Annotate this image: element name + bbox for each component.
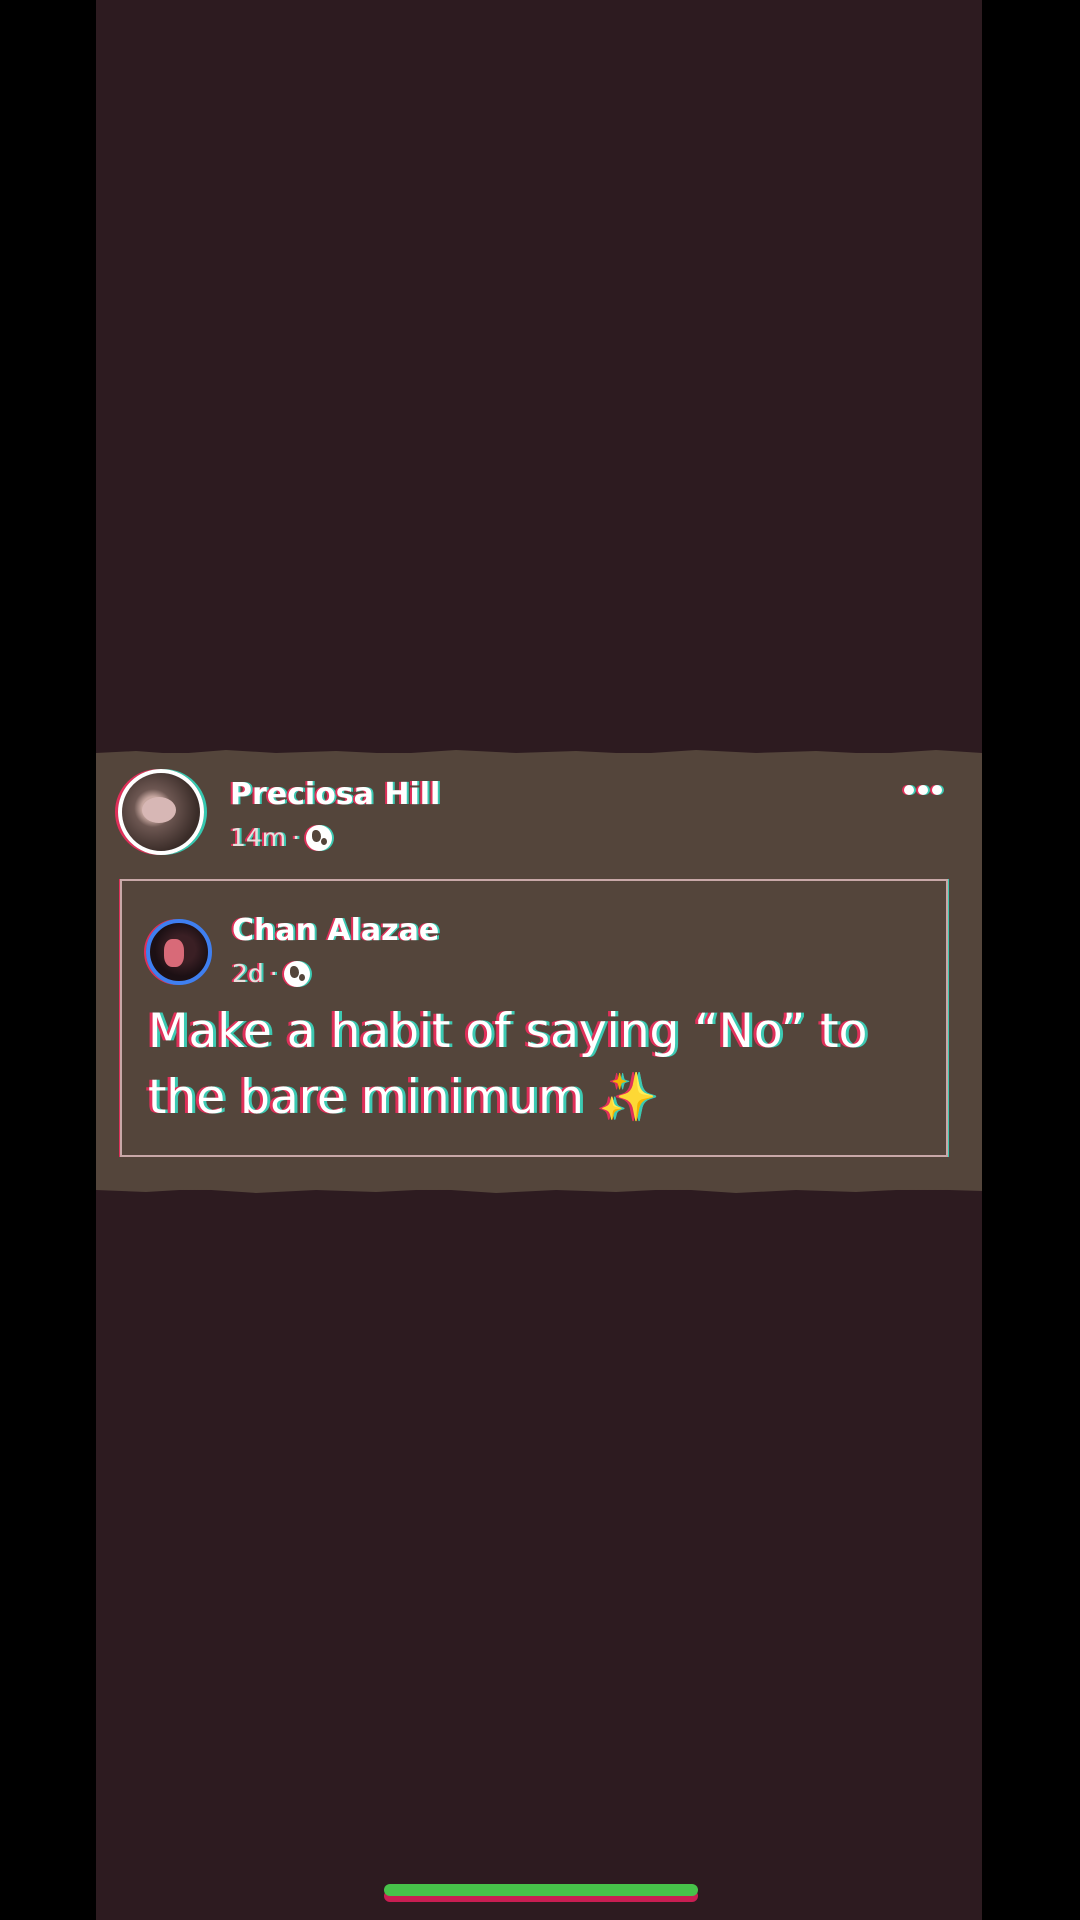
shared-author-avatar[interactable] [146,919,212,985]
avatar-face [142,797,176,823]
author-avatar[interactable] [118,769,204,855]
shared-post-meta: 2d · [232,959,310,988]
meta-separator: · [292,823,301,852]
more-dot [904,785,914,795]
more-dot [932,785,942,795]
shared-author-name[interactable]: Chan Alazae [232,913,439,948]
shared-post-text: Make a habit of saying “No” to the bare … [148,1004,868,1125]
post-meta: 14m · [230,823,333,852]
more-options-icon[interactable] [904,783,946,797]
torn-edge-top [96,750,982,758]
more-dot [918,785,928,795]
avatar-face [164,939,184,967]
meta-separator: · [269,959,278,988]
post-card: Preciosa Hill 14m · Chan Alazae 2d · Mak… [96,750,982,1193]
shared-post-time: 2d [232,959,264,988]
post-time: 14m [230,823,287,852]
globe-icon [283,960,310,987]
torn-edge-bottom [96,1185,982,1193]
screen: Preciosa Hill 14m · Chan Alazae 2d · Mak… [96,0,982,1920]
home-indicator[interactable] [384,1884,698,1896]
shared-post[interactable]: Chan Alazae 2d · Make a habit of saying … [120,879,948,1157]
author-name[interactable]: Preciosa Hill [230,777,440,812]
globe-icon [306,824,333,851]
